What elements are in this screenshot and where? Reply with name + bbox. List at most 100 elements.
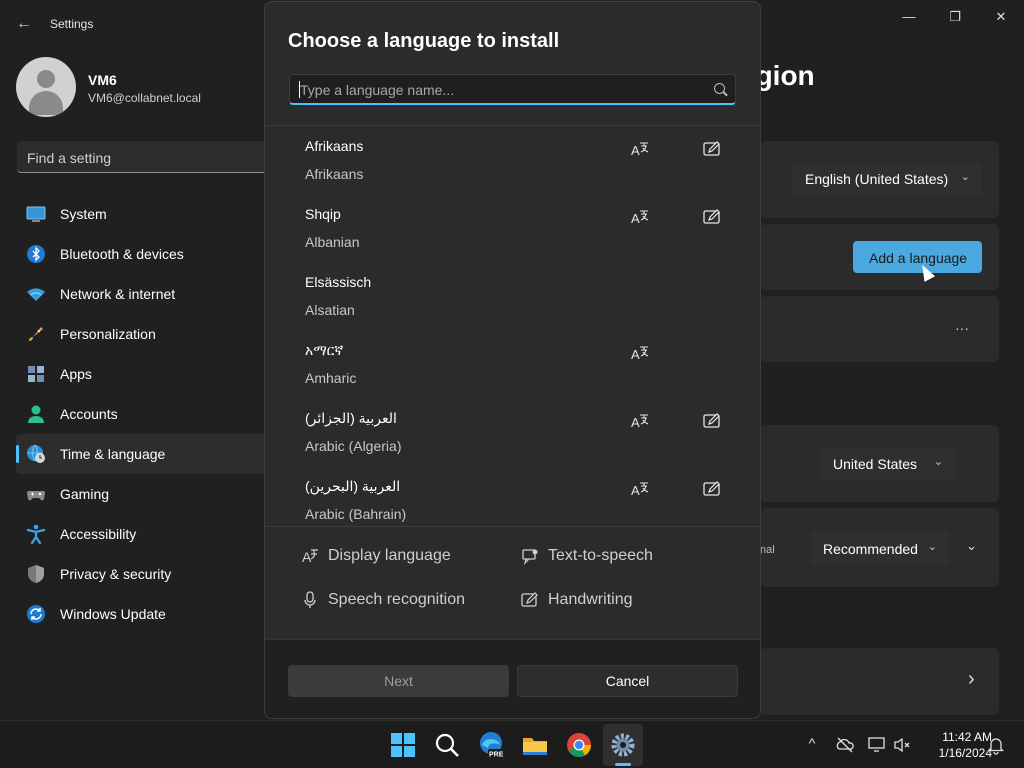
language-english-name: Arabic (Algeria) <box>305 438 402 454</box>
sidebar-item-privacy-security[interactable]: Privacy & security <box>16 554 276 594</box>
choose-language-dialog: Choose a language to install AfrikaansAf… <box>264 1 761 719</box>
legend-label: Text-to-speech <box>548 547 653 564</box>
wifi-icon <box>27 288 45 301</box>
edge-badge: PRE <box>489 752 504 759</box>
volume-muted-icon[interactable] <box>892 735 912 755</box>
related-settings-card[interactable]: › <box>760 648 999 715</box>
system-clock[interactable]: 11:42 AM 1/16/2024 <box>912 729 992 761</box>
regional-format-value: Recommended <box>823 541 918 557</box>
find-setting-input[interactable]: Find a setting <box>17 141 277 173</box>
language-native-name: አማርኛ <box>305 342 344 358</box>
language-list[interactable]: Afrikaans Afrikaans A Shqip Albanian A Elsässi… <box>265 126 760 526</box>
accessibility-icon <box>26 524 46 544</box>
display-language-icon: A <box>631 346 649 362</box>
text-to-speech-icon <box>522 549 538 565</box>
language-native-name: Shqip <box>305 206 341 222</box>
legend-label: Handwriting <box>548 591 633 608</box>
user-email: VM6@collabnet.local <box>88 91 201 105</box>
globe-clock-icon <box>27 444 45 463</box>
language-list-item[interactable]: العربية (الجزائر) Arabic (Algeria) A <box>265 398 760 466</box>
language-native-name: Elsässisch <box>305 274 372 290</box>
svg-text:A: A <box>631 211 640 226</box>
more-options-icon[interactable]: ··· <box>955 320 969 336</box>
user-name: VM6 <box>88 72 117 88</box>
add-language-label: Add a language <box>869 250 968 266</box>
sidebar-item-gaming[interactable]: Gaming <box>16 474 276 514</box>
next-button[interactable]: Next <box>288 665 509 697</box>
sidebar-item-system[interactable]: System <box>16 194 276 234</box>
language-list-item[interactable]: العربية (البحرين) Arabic (Bahrain) A <box>265 466 760 526</box>
sidebar-item-label: System <box>60 206 107 222</box>
onedrive-offline-icon[interactable] <box>835 735 855 755</box>
sidebar-item-network-internet[interactable]: Network & internet <box>16 274 276 314</box>
apps-icon <box>28 366 44 382</box>
sidebar-item-windows-update[interactable]: Windows Update <box>16 594 276 634</box>
language-english-name: Alsatian <box>305 302 355 318</box>
avatar[interactable] <box>16 57 76 117</box>
language-search-field[interactable] <box>289 74 736 105</box>
close-button[interactable]: ✕ <box>987 8 1015 26</box>
tray-overflow-chevron-icon[interactable]: ^ <box>802 735 822 755</box>
language-item-card: ··· <box>760 296 999 362</box>
language-list-item[interactable]: አማርኛ Amharic A <box>265 330 760 398</box>
search-icon <box>714 83 725 94</box>
back-button[interactable]: ← <box>16 14 34 34</box>
display-language-dropdown[interactable]: English (United States) ⌄ <box>793 162 982 195</box>
taskbar: PRE ^ 11:42 AM 1/16/2024 <box>0 720 1024 768</box>
sidebar-item-accessibility[interactable]: Accessibility <box>16 514 276 554</box>
svg-text:A: A <box>302 549 312 565</box>
language-english-name: Afrikaans <box>305 166 364 182</box>
chrome-icon[interactable] <box>564 730 594 760</box>
edge-beta-icon[interactable]: PRE <box>476 730 506 760</box>
sidebar-item-personalization[interactable]: Personalization <box>16 314 276 354</box>
app-title: Settings <box>50 17 94 31</box>
handwriting-icon <box>703 413 720 428</box>
sidebar-item-accounts[interactable]: Accounts <box>16 394 276 434</box>
svg-text:A: A <box>631 143 640 158</box>
display-language-card: English (United States) ⌄ <box>760 141 999 218</box>
settings-gear-icon[interactable] <box>608 730 638 760</box>
brush-icon <box>29 327 43 341</box>
expand-chevron-icon[interactable]: ⌄ <box>966 538 977 554</box>
file-explorer-icon[interactable] <box>520 730 550 760</box>
notification-bell-icon[interactable] <box>986 735 1006 755</box>
language-native-name: العربية (البحرين) <box>305 478 401 494</box>
sidebar-item-label: Accounts <box>60 406 118 422</box>
sidebar-nav: System Bluetooth & devices Network & inter… <box>16 194 276 634</box>
language-list-item[interactable]: Elsässisch Alsatian <box>265 262 760 330</box>
language-list-item[interactable]: Shqip Albanian A <box>265 194 760 262</box>
language-list-item[interactable]: Afrikaans Afrikaans A <box>265 126 760 194</box>
clock-date: 1/16/2024 <box>938 746 992 760</box>
dialog-footer: Next Cancel <box>265 639 760 718</box>
display-language-icon: A <box>302 549 318 565</box>
network-icon[interactable] <box>867 735 887 755</box>
sidebar-item-label: Network & internet <box>60 286 176 302</box>
maximize-button[interactable]: ❐ <box>941 8 969 26</box>
minimize-button[interactable]: — <box>895 8 923 26</box>
sidebar-item-apps[interactable]: Apps <box>16 354 276 394</box>
sidebar-item-label: Accessibility <box>60 526 137 542</box>
country-value: United States <box>833 456 918 472</box>
legend-label: Speech recognition <box>328 591 465 608</box>
legend-label: Display language <box>328 547 451 564</box>
windows-start-icon[interactable] <box>388 730 418 760</box>
sidebar-item-bluetooth-devices[interactable]: Bluetooth & devices <box>16 234 276 274</box>
chevron-down-icon: ⌄ <box>960 171 970 183</box>
sidebar-item-label: Bluetooth & devices <box>60 246 184 262</box>
display-language-icon: A <box>631 210 649 226</box>
sidebar-item-time-language[interactable]: Time & language <box>16 434 276 474</box>
display-language-icon: A <box>631 482 649 498</box>
language-search-input[interactable] <box>300 80 700 100</box>
microphone-icon <box>304 591 316 608</box>
handwriting-icon <box>521 592 538 607</box>
chevron-right-icon: › <box>968 668 975 690</box>
search-icon[interactable] <box>432 730 462 760</box>
handwriting-icon <box>703 141 720 156</box>
regional-format-dropdown[interactable]: Recommended ⌄ <box>811 532 949 565</box>
find-setting-placeholder: Find a setting <box>27 150 112 166</box>
country-dropdown[interactable]: United States ⌄ <box>821 447 955 480</box>
bluetooth-icon <box>27 245 45 263</box>
dialog-title: Choose a language to install <box>288 30 560 52</box>
cancel-button[interactable]: Cancel <box>517 665 738 697</box>
language-native-name: العربية (الجزائر) <box>305 410 397 426</box>
